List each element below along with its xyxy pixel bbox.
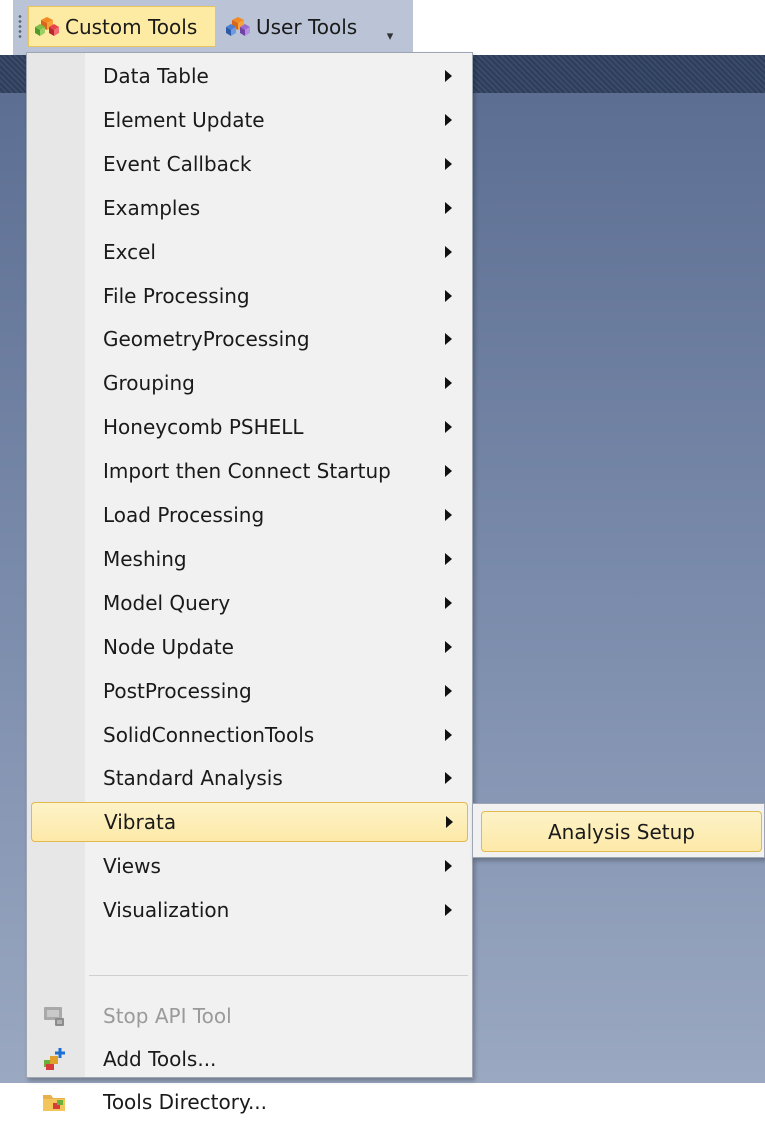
submenu-arrow-icon: [445, 509, 452, 521]
submenu-arrow-icon: [445, 333, 452, 346]
user-tools-button[interactable]: User Tools: [220, 6, 378, 47]
toolbar: Custom Tools User Tools ▾: [0, 0, 765, 55]
menu-item-postprocessing[interactable]: PostProcessing: [31, 671, 468, 711]
submenu-arrow-icon: [445, 113, 452, 126]
submenu-arrow-icon: [445, 860, 452, 873]
menu-item-grouping[interactable]: Grouping: [31, 363, 468, 403]
menu-item-label: Vibrata: [104, 810, 177, 835]
submenu-arrow-icon: [445, 289, 452, 302]
submenu-arrow-icon: [445, 157, 452, 170]
submenu-arrow-icon: [445, 377, 452, 390]
menu-item-views[interactable]: Views: [31, 846, 468, 886]
menu-item-vibrata[interactable]: Vibrata: [31, 802, 468, 843]
submenu-arrow-icon: [445, 552, 452, 565]
menu-item-file-processing[interactable]: File Processing: [31, 276, 468, 316]
submenu-arrow-icon: [445, 640, 452, 653]
menu-item-label: Standard Analysis: [103, 766, 283, 791]
menu-item-label: Import then Connect Startup: [103, 459, 391, 484]
menu-item-label: Data Table: [103, 64, 209, 88]
menu-item-solidconnectiontools[interactable]: SolidConnectionTools: [31, 715, 468, 755]
submenu-item-label: Analysis Setup: [548, 819, 695, 844]
submenu-arrow-icon: [445, 596, 452, 609]
menu-item-event-callback[interactable]: Event Callback: [31, 144, 468, 184]
submenu-arrow-icon: [445, 465, 452, 478]
menu-item-label: Event Callback: [103, 151, 252, 176]
menu-item-meshing[interactable]: Meshing: [31, 539, 468, 579]
overflow-chevron-icon[interactable]: ▾: [385, 30, 395, 44]
submenu-arrow-icon: [445, 421, 452, 434]
menu-item-label: Tools Directory...: [103, 1090, 268, 1114]
menu-item-label: SolidConnectionTools: [103, 722, 315, 747]
menu-item-label: File Processing: [103, 283, 250, 308]
add-tools-icon: [41, 1046, 67, 1072]
submenu-arrow-icon: [445, 70, 452, 82]
menu-item-standard-analysis[interactable]: Standard Analysis: [31, 758, 468, 798]
custom-tools-button[interactable]: Custom Tools: [28, 6, 216, 47]
menu-item-label: Stop API Tool: [103, 1004, 232, 1028]
menu-separator: [89, 975, 468, 976]
menu-item-label: Views: [103, 854, 161, 879]
menu-item-label: Excel: [103, 239, 156, 264]
menu-item-excel[interactable]: Excel: [31, 232, 468, 272]
menu-item-element-update[interactable]: Element Update: [31, 100, 468, 140]
menu-item-label: Node Update: [103, 634, 234, 659]
vibrata-submenu: Analysis Setup: [472, 803, 765, 858]
cubes-icon: [33, 10, 61, 43]
toolbar-grip-handle[interactable]: [18, 14, 22, 40]
menu-item-load-processing[interactable]: Load Processing: [31, 495, 468, 535]
menu-item-label: GeometryProcessing: [103, 327, 310, 352]
stop-api-icon: [41, 1003, 67, 1029]
menu-item-label: Model Query: [103, 590, 231, 615]
menu-item-visualization[interactable]: Visualization: [31, 890, 468, 930]
submenu-arrow-icon: [445, 728, 452, 741]
menu-item-label: Load Processing: [103, 503, 265, 527]
menu-item-add-tools[interactable]: Add Tools...: [31, 1039, 468, 1079]
menu-item-import-then-connect-startup[interactable]: Import then Connect Startup: [31, 451, 468, 491]
menu-item-stop-api-tool: Stop API Tool: [31, 996, 468, 1036]
menu-item-label: Honeycomb PSHELL: [103, 415, 304, 440]
menu-item-tools-directory[interactable]: Tools Directory...: [31, 1082, 468, 1122]
menu-item-geometryprocessing[interactable]: GeometryProcessing: [31, 319, 468, 359]
submenu-arrow-icon: [445, 245, 452, 258]
menu-item-examples[interactable]: Examples: [31, 188, 468, 228]
submenu-item-analysis-setup[interactable]: Analysis Setup: [481, 811, 762, 852]
menu-item-label: PostProcessing: [103, 678, 252, 703]
custom-tools-dropdown-menu: Data Table Element Update Event Callback Ex…: [26, 52, 473, 1114]
menu-item-node-update[interactable]: Node Update: [31, 627, 468, 667]
menu-item-label: Examples: [103, 195, 201, 220]
menu-item-label: Visualization: [103, 898, 230, 923]
user-tools-label: User Tools: [256, 14, 358, 39]
cubes-user-icon: [224, 10, 252, 43]
menu-item-label: Meshing: [103, 546, 187, 571]
menu-item-model-query[interactable]: Model Query: [31, 583, 468, 623]
submenu-arrow-icon: [445, 772, 452, 785]
submenu-arrow-icon: [445, 684, 452, 697]
submenu-arrow-icon: [445, 904, 452, 917]
menu-item-label: Add Tools...: [103, 1047, 217, 1071]
menu-item-honeycomb-pshell[interactable]: Honeycomb PSHELL: [31, 407, 468, 447]
menu-item-data-table[interactable]: Data Table: [31, 56, 468, 96]
submenu-arrow-icon: [445, 201, 452, 214]
tools-directory-icon: [41, 1089, 67, 1115]
submenu-arrow-icon: [446, 816, 453, 829]
menu-item-label: Element Update: [103, 107, 265, 132]
custom-tools-label: Custom Tools: [65, 14, 198, 39]
menu-item-label: Grouping: [103, 371, 195, 396]
